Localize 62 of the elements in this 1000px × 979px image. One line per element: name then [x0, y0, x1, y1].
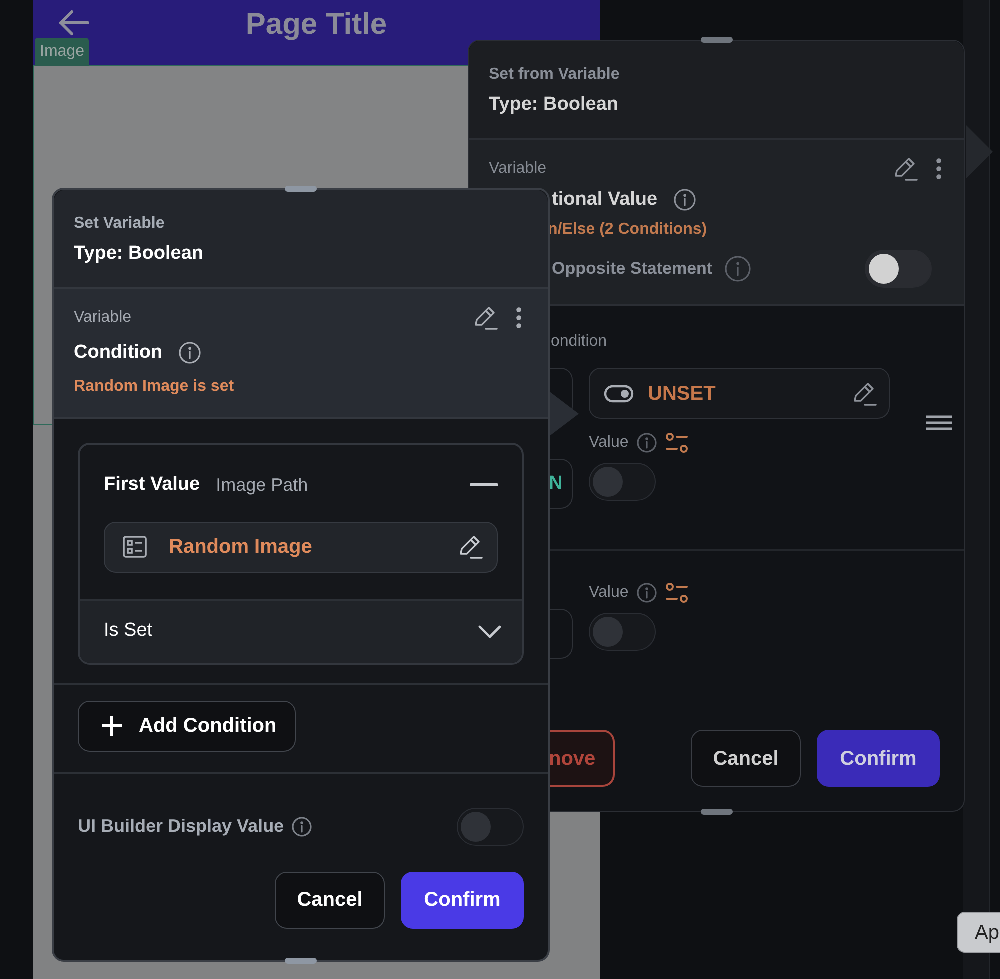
info-icon	[636, 433, 657, 453]
value-text: Random Image	[169, 535, 314, 560]
variable-name: Condition	[74, 340, 163, 364]
panel-subtitle: Set Variable	[74, 214, 166, 234]
add-condition-button[interactable]: Add Condition	[78, 700, 296, 752]
panel-title: Type: Boolean	[74, 242, 204, 266]
button[interactable]: Confirm	[401, 872, 524, 928]
edit-icon[interactable]	[457, 534, 483, 560]
button[interactable]: Ap	[957, 912, 1000, 953]
toggle-switch[interactable]	[589, 613, 656, 651]
panel-subtitle: Set from Variable	[489, 65, 621, 85]
filter-icon[interactable]	[664, 582, 689, 604]
filter-icon[interactable]	[664, 432, 689, 454]
info-icon	[724, 256, 751, 282]
field-label: Variable	[489, 158, 548, 178]
drag-handle[interactable]	[700, 809, 732, 815]
element-tag: Image	[35, 38, 90, 66]
drag-handle[interactable]	[285, 186, 317, 192]
info-icon	[292, 816, 312, 836]
operator-value: Is Set	[104, 619, 153, 644]
setting-label: Opposite Statement	[552, 258, 713, 280]
info-icon	[636, 583, 657, 603]
panel-title: Type: Boolean	[489, 93, 620, 117]
variable-summary: n/Else (2 Conditions)	[548, 220, 708, 240]
value-label: Value	[589, 583, 629, 603]
setting-label: UI Builder Display Value	[78, 815, 284, 838]
operator-select[interactable]: Is Set	[80, 598, 522, 662]
chevron-down-icon	[478, 624, 502, 638]
value-text: UNSET	[648, 382, 717, 406]
drag-handle[interactable]	[285, 958, 317, 964]
button[interactable]: Cancel	[275, 872, 385, 928]
drag-icon[interactable]	[926, 415, 952, 431]
more-icon[interactable]	[516, 306, 522, 328]
edit-icon[interactable]	[892, 156, 918, 182]
toggle-switch[interactable]	[457, 808, 524, 846]
condition-subtitle: Image Path	[216, 474, 310, 497]
more-icon[interactable]	[936, 158, 942, 180]
field-label: Variable	[74, 308, 133, 328]
list-icon	[123, 536, 147, 558]
back-icon[interactable]	[57, 8, 91, 38]
edit-icon[interactable]	[851, 380, 877, 406]
button[interactable]: Cancel	[691, 730, 801, 787]
pointer-icon	[550, 392, 580, 436]
drag-handle[interactable]	[700, 37, 732, 43]
value-field[interactable]: UNSET	[589, 368, 890, 419]
button[interactable]: Confirm	[817, 730, 940, 787]
toggle-switch[interactable]	[865, 250, 932, 288]
value-text: N	[549, 472, 563, 496]
condition-title: First Value	[104, 473, 200, 497]
info-icon	[674, 188, 696, 211]
info-icon	[178, 342, 201, 364]
collapse-icon[interactable]	[470, 483, 498, 488]
value-label: Value	[589, 433, 629, 453]
section-label: ondition	[551, 332, 608, 352]
value-field[interactable]: Random Image	[104, 522, 498, 572]
edit-icon[interactable]	[472, 304, 498, 330]
variable-name: tional Value	[552, 188, 658, 212]
variable-summary: Random Image is set	[74, 377, 236, 397]
page-title: Page Title	[246, 7, 388, 43]
plus-icon	[101, 715, 123, 737]
toggle-switch[interactable]	[589, 463, 656, 501]
toggle-icon	[604, 384, 634, 402]
